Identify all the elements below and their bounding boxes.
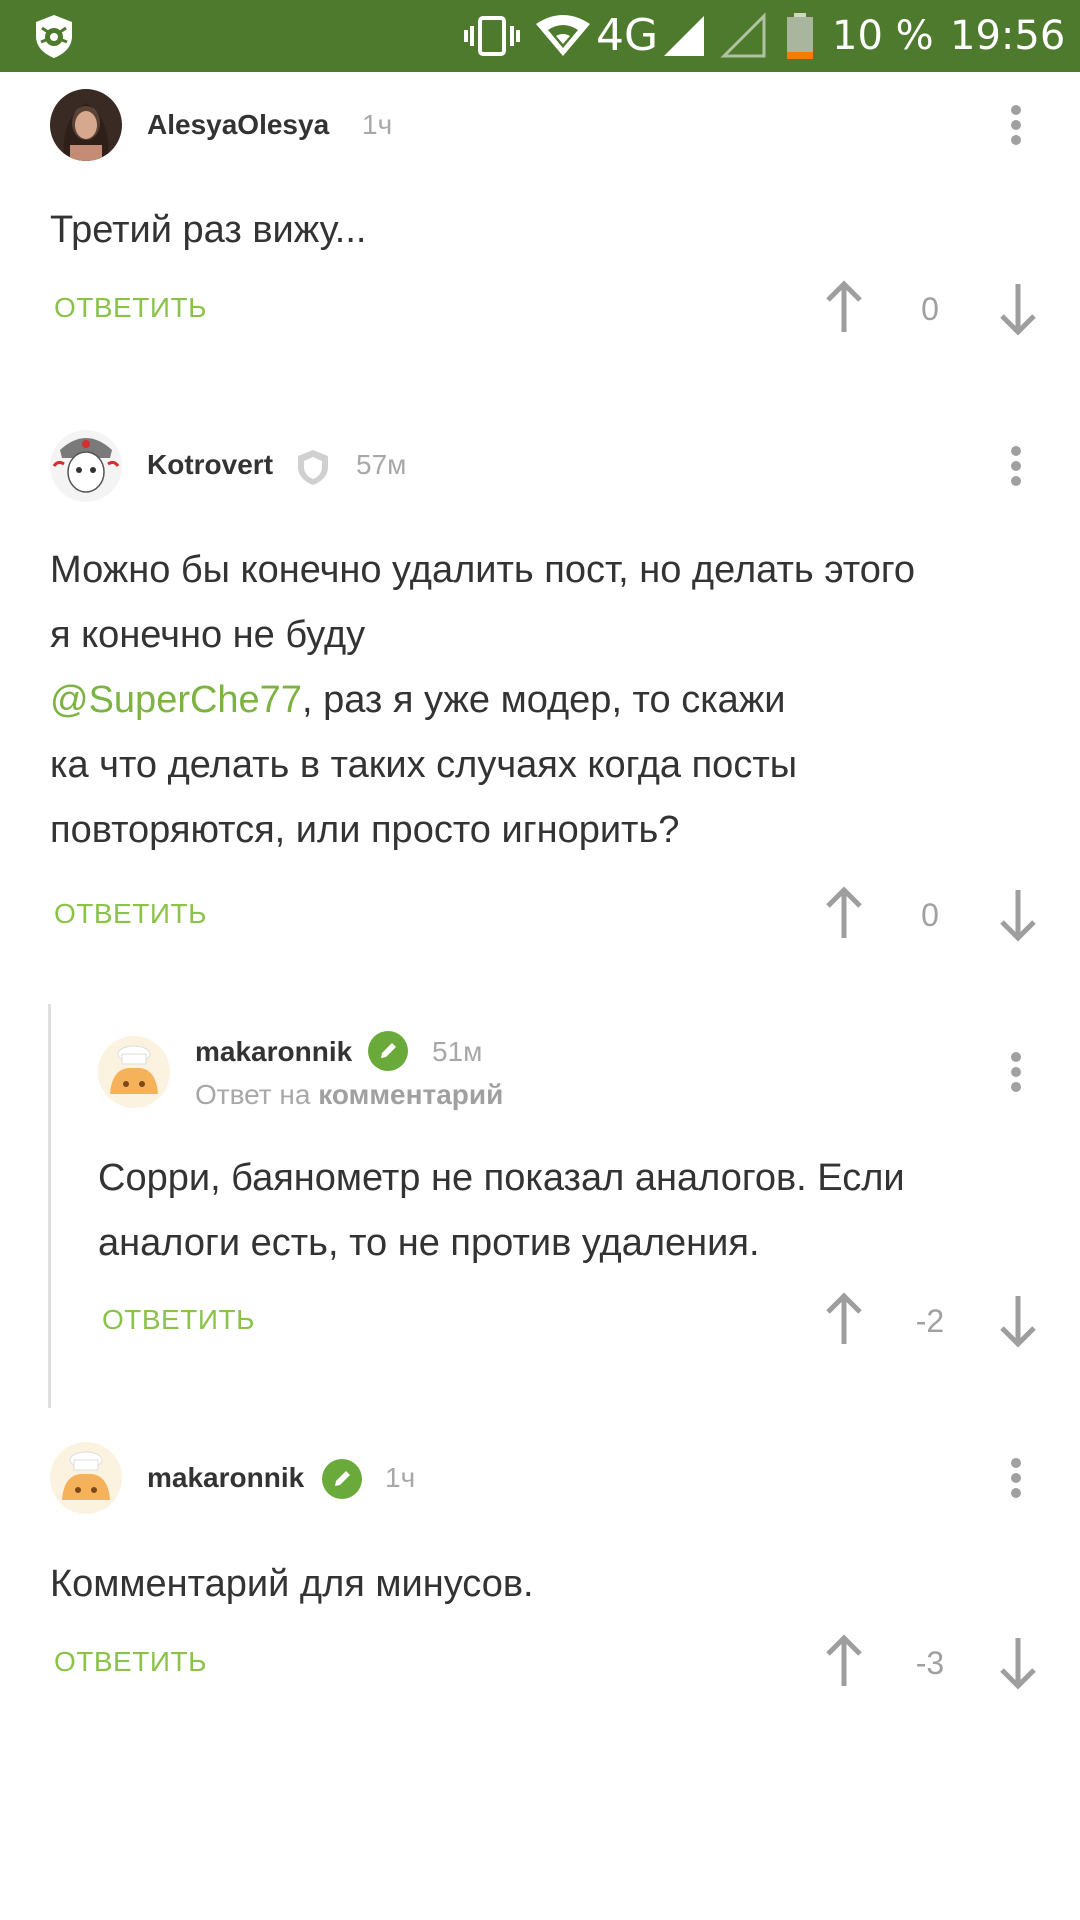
comment-time: 1ч [362, 109, 393, 140]
comment-text-line: ка что делать в таких случаях когда пост… [50, 744, 798, 786]
reply-thread-line [48, 1004, 51, 1408]
comment-text-line: повторяются, или просто игнорить? [50, 809, 680, 851]
comment-time: 51м [432, 1036, 483, 1067]
reply-to-label: Ответ на комментарий [195, 1077, 503, 1113]
avatar[interactable] [50, 1442, 122, 1514]
vibrate-icon [464, 16, 520, 56]
vote-count: -2 [915, 1303, 945, 1339]
comment-time: 57м [356, 449, 407, 480]
reply-button[interactable]: ОТВЕТИТЬ [102, 1302, 255, 1338]
comment-text-line: аналоги есть, то не против удаления. [98, 1222, 760, 1264]
status-bar: 4G 10 % 19:56 [0, 0, 1080, 72]
comment-text-line: Сорри, баянометр не показал аналогов. Ес… [98, 1157, 905, 1199]
avatar[interactable] [50, 430, 122, 502]
wifi-icon [536, 15, 590, 56]
vote-count: -3 [915, 1645, 945, 1681]
comment-text: Можно бы конечно удалить пост, но делать… [50, 538, 1050, 863]
reply-button[interactable]: ОТВЕТИТЬ [54, 290, 207, 326]
shield-icon [298, 450, 328, 485]
upvote-arrow-icon[interactable] [824, 280, 864, 336]
more-options-icon[interactable] [996, 436, 1036, 496]
comment-text-fragment: , раз я уже модер, то скажи [301, 679, 786, 721]
comment-text: Сорри, баянометр не показал аналогов. Ес… [98, 1146, 1048, 1276]
downvote-arrow-icon[interactable] [998, 1634, 1038, 1690]
battery-icon [787, 13, 813, 59]
reply-to-comment-link[interactable]: комментарий [318, 1079, 503, 1110]
pencil-icon [368, 1031, 408, 1071]
username[interactable]: Kotrovert [147, 447, 273, 483]
username[interactable]: AlesyaOlesya [147, 107, 329, 143]
more-options-icon[interactable] [996, 95, 1036, 155]
clock: 19:56 [950, 13, 1066, 59]
reply-to-prefix: Ответ на [195, 1079, 311, 1110]
vote-count: 0 [921, 291, 939, 327]
more-options-icon[interactable] [996, 1448, 1036, 1508]
app-shield-icon [36, 15, 72, 58]
downvote-arrow-icon[interactable] [998, 886, 1038, 942]
upvote-arrow-icon[interactable] [824, 886, 864, 942]
comment-time: 1ч [385, 1462, 416, 1493]
comment-text: Третий раз вижу... [50, 209, 367, 251]
more-options-icon[interactable] [996, 1042, 1036, 1102]
reply-button[interactable]: ОТВЕТИТЬ [54, 896, 207, 932]
username[interactable]: makaronnik [195, 1034, 352, 1070]
reply-button[interactable]: ОТВЕТИТЬ [54, 1644, 207, 1680]
battery-percent: 10 % [832, 13, 934, 59]
signal-icon [664, 16, 704, 56]
network-type: 4G [596, 10, 659, 61]
comment-text: Комментарий для минусов. [50, 1563, 534, 1605]
pencil-icon [322, 1459, 362, 1499]
downvote-arrow-icon[interactable] [998, 1292, 1038, 1348]
upvote-arrow-icon[interactable] [824, 1292, 864, 1348]
avatar[interactable] [50, 89, 122, 161]
comment-text-line: @SuperChe77, раз я уже модер, то скажи [50, 668, 1050, 733]
username[interactable]: makaronnik [147, 1460, 304, 1496]
comment-text-line: Можно бы конечно удалить пост, но делать… [50, 549, 916, 591]
comment-text-line: я конечно не буду [50, 614, 366, 656]
avatar[interactable] [98, 1036, 170, 1108]
user-mention-link[interactable]: @SuperChe77 [50, 679, 302, 721]
vote-count: 0 [921, 897, 939, 933]
downvote-arrow-icon[interactable] [998, 280, 1038, 336]
upvote-arrow-icon[interactable] [824, 1634, 864, 1690]
signal-empty-icon [720, 12, 766, 58]
